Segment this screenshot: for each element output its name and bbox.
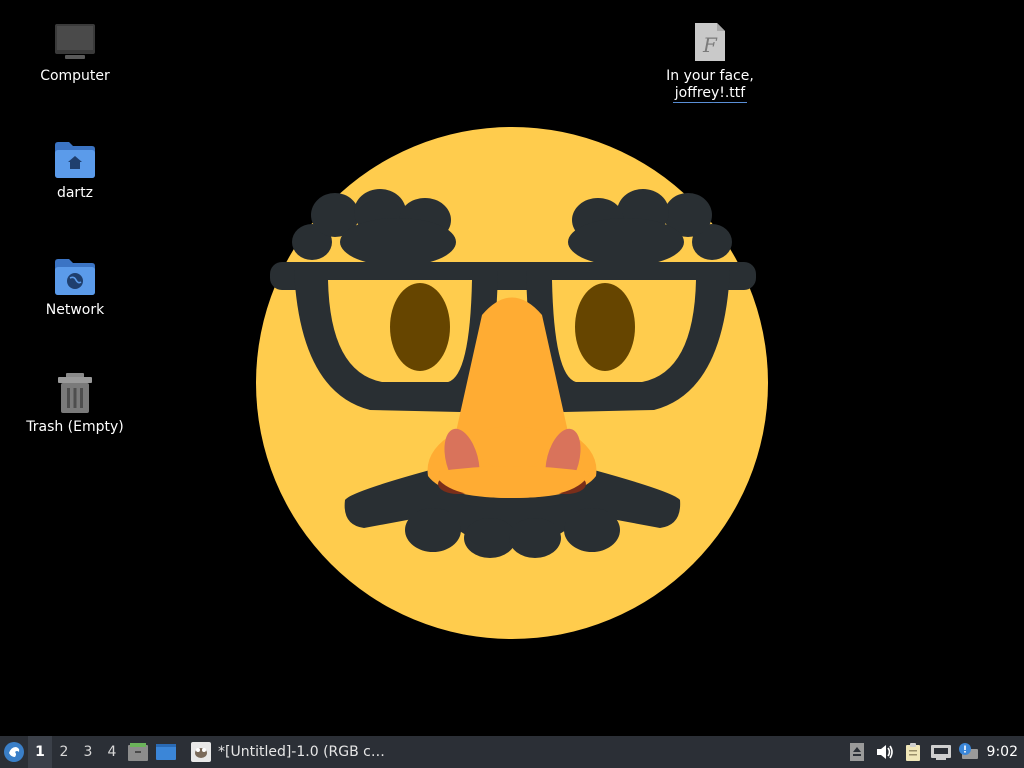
- workspace-3[interactable]: 3: [76, 736, 100, 768]
- network-folder-icon: [51, 252, 99, 300]
- whisker-menu-icon: [4, 742, 24, 762]
- network-icon: [930, 745, 951, 760]
- desktop-icon-label: Trash (Empty): [26, 419, 124, 435]
- desktop-file-font[interactable]: F In your face, joffrey!.ttf: [655, 18, 765, 103]
- show-desktop-launcher[interactable]: [152, 736, 180, 768]
- taskbar: 1 2 3 4 *[Untitled]-1.0 (RGB c… 9:02: [0, 736, 1024, 768]
- volume-icon: [876, 745, 893, 759]
- clock[interactable]: 9:02: [983, 744, 1024, 760]
- svg-text:F: F: [702, 33, 718, 57]
- notification-button[interactable]: [955, 736, 983, 768]
- desktop-icon-computer[interactable]: Computer: [20, 18, 130, 85]
- volume-button[interactable]: [871, 736, 899, 768]
- workspace-2[interactable]: 2: [52, 736, 76, 768]
- desktop-icon-label: Network: [45, 302, 105, 318]
- clipboard-icon: [905, 743, 920, 761]
- show-desktop-icon: [156, 744, 176, 760]
- system-tray: 9:02: [843, 736, 1024, 768]
- file-manager-icon: [128, 743, 148, 761]
- desktop-file-label-line1: In your face,: [666, 68, 754, 84]
- desktop[interactable]: Computer dartz Network Trash (Empty) F I…: [0, 0, 1024, 736]
- wallpaper-disguise-face: [256, 127, 768, 639]
- computer-icon: [51, 18, 99, 66]
- desktop-file-label-line2: joffrey!.ttf: [672, 85, 748, 103]
- file-manager-launcher[interactable]: [124, 736, 152, 768]
- workspace-4[interactable]: 4: [100, 736, 124, 768]
- network-button[interactable]: [927, 736, 955, 768]
- gimp-icon: [191, 742, 211, 762]
- notification-icon: [958, 743, 978, 759]
- desktop-icon-home-folder[interactable]: dartz: [20, 135, 130, 202]
- desktop-icon-label: dartz: [56, 185, 94, 201]
- taskbar-window-title: *[Untitled]-1.0 (RGB c…: [218, 744, 385, 760]
- eject-icon: [849, 743, 864, 761]
- whisker-menu-button[interactable]: [0, 736, 28, 768]
- font-file-icon: F: [686, 18, 734, 66]
- desktop-icon-network[interactable]: Network: [20, 252, 130, 319]
- workspace-1[interactable]: 1: [28, 736, 52, 768]
- home-folder-icon: [51, 135, 99, 183]
- desktop-icon-label: Computer: [40, 68, 110, 84]
- eject-button[interactable]: [843, 736, 871, 768]
- trash-icon: [51, 369, 99, 417]
- desktop-icon-trash[interactable]: Trash (Empty): [20, 369, 130, 436]
- taskbar-window-button[interactable]: *[Untitled]-1.0 (RGB c…: [184, 736, 393, 768]
- clipboard-button[interactable]: [899, 736, 927, 768]
